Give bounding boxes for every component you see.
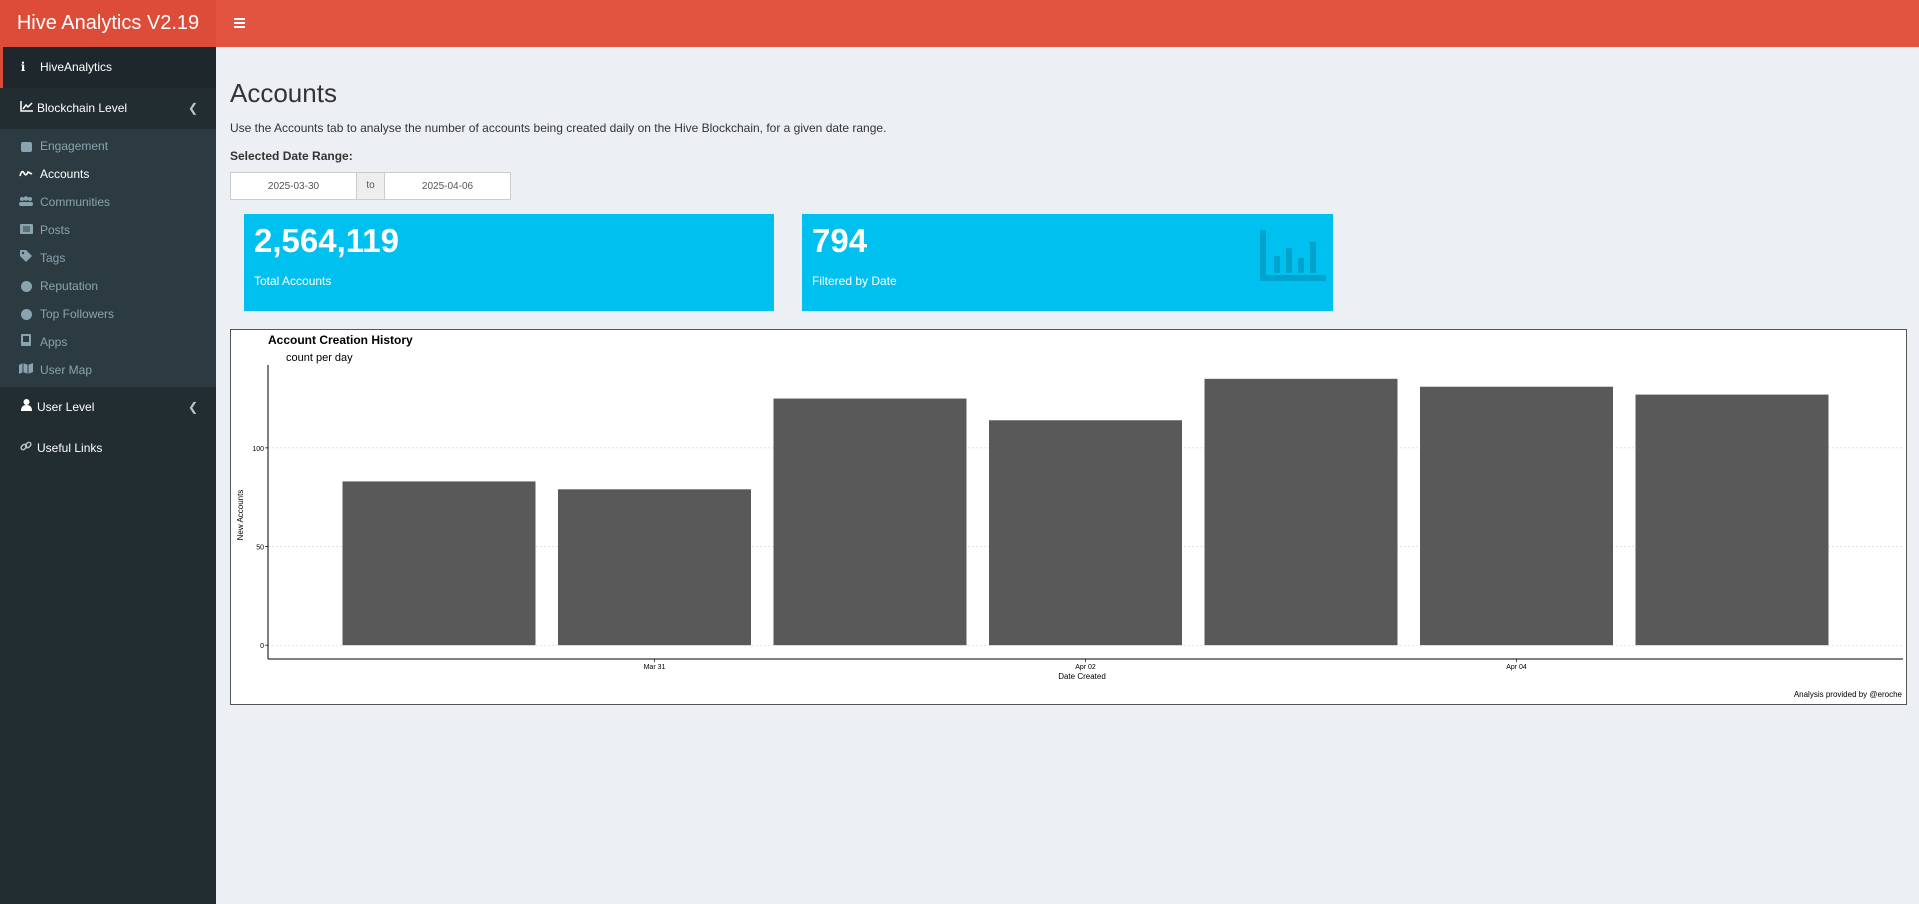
- thumbs-up-icon: [18, 132, 34, 160]
- info-icon: i: [20, 60, 26, 74]
- chart-y-tick-label: 50: [256, 545, 264, 552]
- chart-x-tick-label: Apr 02: [1075, 664, 1096, 671]
- page-description: Use the Accounts tab to analyse the numb…: [230, 121, 887, 135]
- sidebar-item-apps[interactable]: Apps: [0, 328, 216, 356]
- sidebar-item-top-followers[interactable]: Top Followers: [0, 300, 216, 328]
- top-navbar: [216, 0, 1919, 47]
- check-circle-icon: [18, 272, 34, 300]
- filtered-accounts-box: 794 Filtered by Date: [802, 214, 1333, 311]
- sidebar-item-accounts[interactable]: Accounts: [0, 160, 216, 188]
- chart-x-axis-label: Date Created: [1058, 672, 1106, 681]
- sidebar-item-user-level[interactable]: User Level ❮: [0, 387, 216, 428]
- end-date-input[interactable]: [385, 173, 510, 199]
- start-date-input[interactable]: [231, 173, 356, 199]
- total-accounts-value: 2,564,119: [254, 222, 399, 259]
- sidebar-toggle-button[interactable]: [228, 12, 252, 34]
- chart-subtitle: count per day: [286, 352, 353, 364]
- map-icon: [18, 356, 34, 384]
- sidebar-item-useful-links[interactable]: Useful Links: [0, 428, 216, 469]
- main-content: Accounts Use the Accounts tab to analyse…: [216, 47, 1919, 904]
- total-accounts-box: 2,564,119 Total Accounts: [244, 214, 774, 311]
- hamburger-icon: [234, 18, 245, 20]
- chart-bar: [989, 420, 1182, 646]
- sidebar-item-posts[interactable]: Posts: [0, 216, 216, 244]
- bar-chart-icon: [1260, 228, 1328, 283]
- chart-bar: [558, 489, 751, 646]
- list-icon: [18, 216, 34, 244]
- user-icon: [18, 387, 34, 428]
- check-circle-icon: [18, 300, 34, 328]
- sidebar-item-engagement[interactable]: Engagement: [0, 132, 216, 160]
- users-icon: [18, 188, 34, 216]
- app-logo[interactable]: Hive Analytics V2.19: [0, 0, 216, 47]
- chart-y-axis-label: New Accounts: [236, 490, 245, 541]
- blockchain-submenu: Engagement Accounts Communities Posts Ta…: [0, 129, 216, 387]
- line-chart-icon: [18, 88, 34, 129]
- chart-bar: [1204, 378, 1398, 646]
- chart-credit: Analysis provided by @eroche: [1793, 690, 1902, 699]
- sidebar-item-reputation[interactable]: Reputation: [0, 272, 216, 300]
- chevron-left-icon: ❮: [187, 400, 198, 414]
- chart-bar: [1635, 394, 1829, 646]
- book-icon: [18, 328, 34, 356]
- date-range-separator: to: [356, 173, 385, 199]
- date-range-label: Selected Date Range:: [230, 149, 353, 163]
- tag-icon: [18, 244, 34, 272]
- total-accounts-caption: Total Accounts: [254, 274, 332, 288]
- sidebar-item-blockchain-level[interactable]: Blockchain Level ❮: [0, 88, 216, 129]
- chart-bar: [773, 398, 967, 646]
- signature-icon: [18, 160, 34, 188]
- page-title: Accounts: [230, 78, 337, 108]
- sidebar-item-tags[interactable]: Tags: [0, 244, 216, 272]
- sidebar: i HiveAnalytics Blockchain Level ❮ Engag…: [0, 47, 216, 904]
- chart-x-tick-label: Mar 31: [644, 664, 666, 671]
- filtered-accounts-caption: Filtered by Date: [812, 274, 897, 288]
- date-range-input: to: [230, 172, 511, 200]
- sidebar-item-communities[interactable]: Communities: [0, 188, 216, 216]
- link-icon: [18, 428, 34, 469]
- chart-y-tick-label: 0: [260, 643, 264, 650]
- chart-y-tick-label: 100: [252, 446, 264, 453]
- chevron-left-icon: ❮: [187, 101, 198, 115]
- chart-svg: Account Creation History count per day N…: [236, 333, 1903, 681]
- chart-title: Account Creation History: [268, 333, 413, 347]
- account-creation-chart: Account Creation History count per day N…: [230, 329, 1907, 705]
- chart-x-tick-label: Apr 04: [1506, 664, 1527, 671]
- sidebar-item-hiveanalytics[interactable]: i HiveAnalytics: [0, 47, 216, 88]
- chart-bar: [342, 481, 536, 646]
- filtered-accounts-value: 794: [812, 222, 868, 259]
- chart-bar: [1420, 386, 1613, 646]
- sidebar-item-user-map[interactable]: User Map: [0, 356, 216, 384]
